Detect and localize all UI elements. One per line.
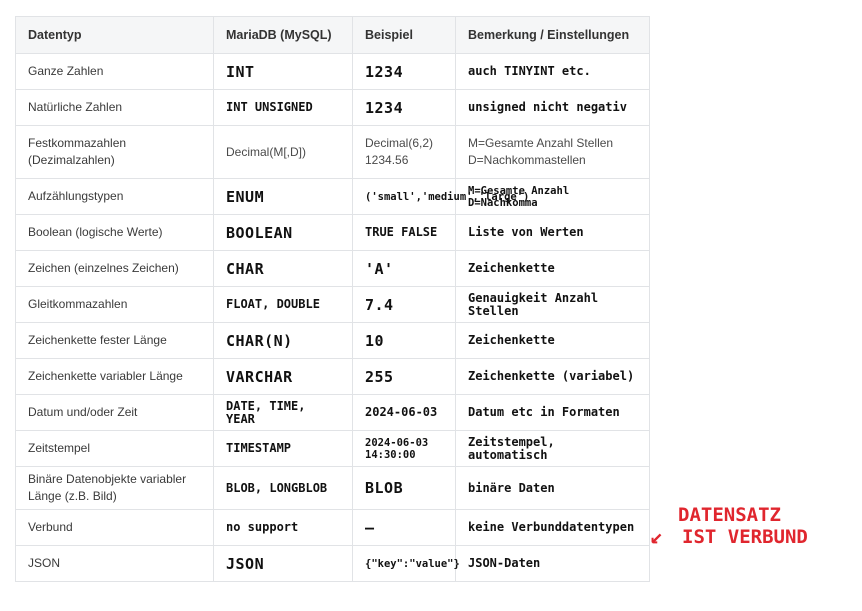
datatype-cell: Zeichenkette fester Länge bbox=[15, 322, 214, 359]
table-row: Natürliche Zahlen INT UNSIGNED 1234 unsi… bbox=[15, 89, 650, 126]
note-cell: Liste von Werten bbox=[455, 214, 650, 251]
datatype-cell: Datum und/oder Zeit bbox=[15, 394, 214, 431]
note-cell: M=Gesamte Anzahl D=Nachkomma bbox=[455, 178, 650, 215]
note-cell: Zeitstempel, automatisch bbox=[455, 430, 650, 467]
datatype-cell: Zeitstempel bbox=[15, 430, 214, 467]
note-cell: M=Gesamte Anzahl Stellen D=Nachkommastel… bbox=[455, 125, 650, 179]
table-row: Verbund no support — keine Verbunddatent… bbox=[15, 509, 650, 546]
example-cell: 10 bbox=[352, 322, 456, 359]
datatype-cell: Aufzählungstypen bbox=[15, 178, 214, 215]
example-cell: 2024-06-03 14:30:00 bbox=[352, 430, 456, 467]
mariadb-cell: INT UNSIGNED bbox=[213, 89, 353, 126]
table-row: Zeichenkette variabler Länge VARCHAR 255… bbox=[15, 358, 650, 395]
mariadb-cell: JSON bbox=[213, 545, 353, 582]
table-row: Festkommazahlen (Dezimalzahlen) Decimal(… bbox=[15, 125, 650, 179]
table-row: Aufzählungstypen ENUM ('small','medium',… bbox=[15, 178, 650, 215]
example-cell: 7.4 bbox=[352, 286, 456, 323]
note-cell: Zeichenkette bbox=[455, 322, 650, 359]
header-datentyp: Datentyp bbox=[15, 16, 214, 54]
table-row: Datum und/oder Zeit DATE, TIME, YEAR 202… bbox=[15, 394, 650, 431]
annotation-line-2: IST VERBUND bbox=[682, 526, 808, 548]
header-mariadb: MariaDB (MySQL) bbox=[213, 16, 353, 54]
example-cell: — bbox=[352, 509, 456, 546]
example-cell: BLOB bbox=[352, 466, 456, 510]
mariadb-cell: INT bbox=[213, 53, 353, 90]
example-cell: TRUE FALSE bbox=[352, 214, 456, 251]
table-row: Zeitstempel TIMESTAMP 2024-06-03 14:30:0… bbox=[15, 430, 650, 467]
datatype-cell: Gleitkommazahlen bbox=[15, 286, 214, 323]
table-row: Zeichen (einzelnes Zeichen) CHAR 'A' Zei… bbox=[15, 250, 650, 287]
annotation-line-1: DATENSATZ bbox=[678, 504, 781, 526]
header-beispiel: Beispiel bbox=[352, 16, 456, 54]
datatypes-table: Datentyp MariaDB (MySQL) Beispiel Bemerk… bbox=[15, 16, 650, 582]
datatype-cell: Natürliche Zahlen bbox=[15, 89, 214, 126]
mariadb-cell: VARCHAR bbox=[213, 358, 353, 395]
note-cell: Zeichenkette (variabel) bbox=[455, 358, 650, 395]
example-cell: Decimal(6,2) 1234.56 bbox=[352, 125, 456, 179]
note-cell: JSON-Daten bbox=[455, 545, 650, 582]
note-cell: Datum etc in Formaten bbox=[455, 394, 650, 431]
table-row: Boolean (logische Werte) BOOLEAN TRUE FA… bbox=[15, 214, 650, 251]
table-row: Binäre Datenobjekte variabler Länge (z.B… bbox=[15, 466, 650, 510]
mariadb-cell: BOOLEAN bbox=[213, 214, 353, 251]
mariadb-cell: Decimal(M[,D]) bbox=[213, 125, 353, 179]
datatype-cell: Verbund bbox=[15, 509, 214, 546]
note-cell: unsigned nicht negativ bbox=[455, 89, 650, 126]
example-cell: 'A' bbox=[352, 250, 456, 287]
table-row: JSON JSON {"key":"value"} JSON-Daten bbox=[15, 545, 650, 582]
table-row: Gleitkommazahlen FLOAT, DOUBLE 7.4 Genau… bbox=[15, 286, 650, 323]
mariadb-cell: CHAR bbox=[213, 250, 353, 287]
datatype-cell: JSON bbox=[15, 545, 214, 582]
handwritten-annotation: ↙ DATENSATZ IST VERBUND bbox=[650, 504, 856, 548]
example-cell: {"key":"value"} bbox=[352, 545, 460, 582]
mariadb-cell: no support bbox=[213, 509, 353, 546]
datatype-cell: Boolean (logische Werte) bbox=[15, 214, 214, 251]
header-bemerkung: Bemerkung / Einstellungen bbox=[455, 16, 650, 54]
example-cell: ('small','medium','large') bbox=[352, 178, 529, 215]
table-row: Zeichenkette fester Länge CHAR(N) 10 Zei… bbox=[15, 322, 650, 359]
note-cell: keine Verbunddatentypen bbox=[455, 509, 650, 546]
mariadb-cell: TIMESTAMP bbox=[213, 430, 353, 467]
mariadb-cell: ENUM bbox=[213, 178, 353, 215]
table-header-row: Datentyp MariaDB (MySQL) Beispiel Bemerk… bbox=[15, 16, 650, 54]
datatype-cell: Binäre Datenobjekte variabler Länge (z.B… bbox=[15, 466, 214, 510]
note-cell: Genauigkeit Anzahl Stellen bbox=[455, 286, 650, 323]
example-cell: 255 bbox=[352, 358, 456, 395]
mariadb-cell: DATE, TIME, YEAR bbox=[213, 394, 353, 431]
datatype-cell: Ganze Zahlen bbox=[15, 53, 214, 90]
example-cell: 2024-06-03 bbox=[352, 394, 456, 431]
note-cell: auch TINYINT etc. bbox=[455, 53, 650, 90]
mariadb-cell: BLOB, LONGBLOB bbox=[213, 466, 353, 510]
datatype-cell: Festkommazahlen (Dezimalzahlen) bbox=[15, 125, 214, 179]
example-cell: 1234 bbox=[352, 53, 456, 90]
example-cell: 1234 bbox=[352, 89, 456, 126]
table-row: Ganze Zahlen INT 1234 auch TINYINT etc. bbox=[15, 53, 650, 90]
note-cell: binäre Daten bbox=[455, 466, 650, 510]
mariadb-cell: CHAR(N) bbox=[213, 322, 353, 359]
note-cell: Zeichenkette bbox=[455, 250, 650, 287]
datatype-cell: Zeichenkette variabler Länge bbox=[15, 358, 214, 395]
arrow-down-left-icon: ↙ bbox=[650, 524, 664, 549]
datatype-cell: Zeichen (einzelnes Zeichen) bbox=[15, 250, 214, 287]
mariadb-cell: FLOAT, DOUBLE bbox=[213, 286, 353, 323]
